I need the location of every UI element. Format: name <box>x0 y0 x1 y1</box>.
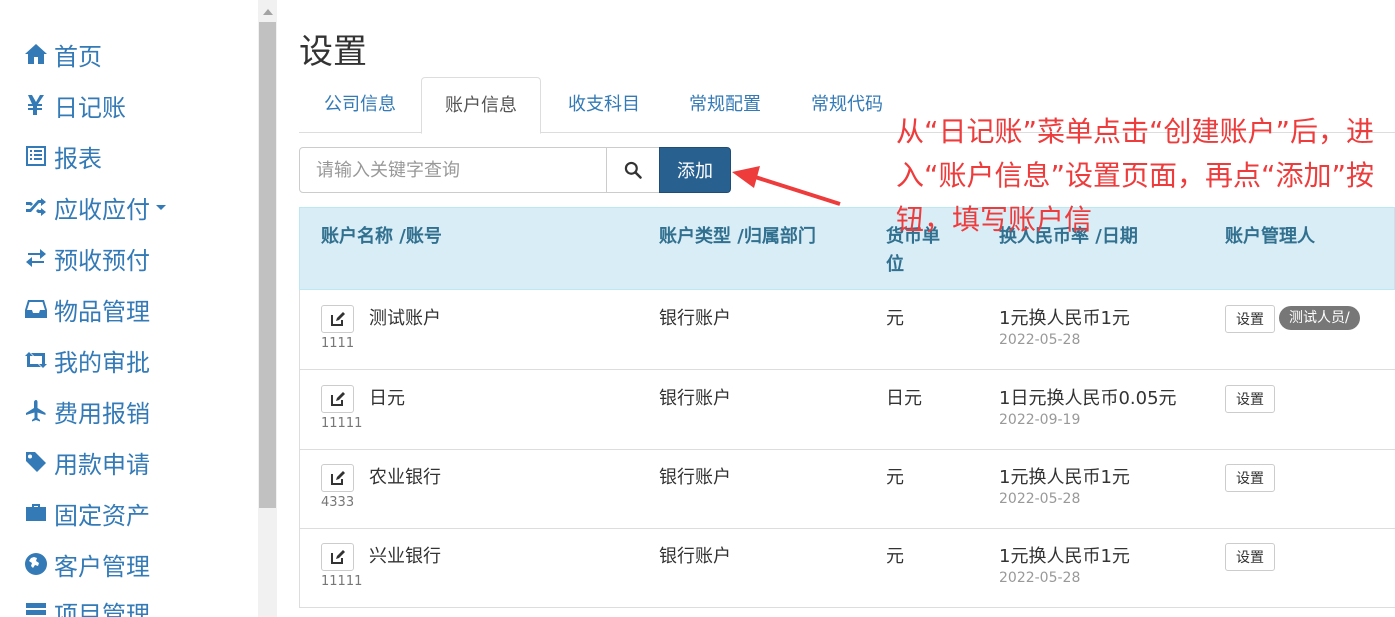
currency-unit: 元 <box>886 308 904 329</box>
sidebar: 首页 日记账 报表 应收应付 预收预付 物品管理 我的审批 费用报销 用款申请 … <box>0 0 258 617</box>
transfer-icon <box>22 244 50 272</box>
page-title: 设置 <box>299 32 367 72</box>
sidebar-item-label: 固定资产 <box>54 501 150 530</box>
edit-button[interactable] <box>321 543 354 571</box>
yen-icon <box>22 91 50 119</box>
account-type: 银行账户 <box>659 308 731 329</box>
shuffle-icon <box>22 193 50 221</box>
account-number: 1111 <box>321 336 355 351</box>
tab-general-config[interactable]: 常规配置 <box>665 77 785 133</box>
sidebar-item-payment-request[interactable]: 用款申请 <box>22 444 150 480</box>
sidebar-item-label: 项目管理 <box>54 600 150 617</box>
account-number: 11111 <box>321 574 363 589</box>
rate-date: 2022-09-19 <box>999 412 1081 428</box>
sidebar-item-projects[interactable]: 项目管理 <box>22 594 150 617</box>
table-row: 兴业银行 11111 银行账户 元 1元换人民币1元 2022-05-28 设置 <box>299 528 1395 608</box>
edit-icon <box>330 312 345 326</box>
sidebar-item-approvals[interactable]: 我的审批 <box>22 342 150 378</box>
manager-settings-button[interactable]: 设置 <box>1225 464 1275 492</box>
annotation-arrow-icon <box>732 166 841 206</box>
account-number: 4333 <box>321 495 355 510</box>
rate-date: 2022-05-28 <box>999 491 1081 507</box>
manager-settings-button[interactable]: 设置 <box>1225 305 1275 333</box>
retweet-icon <box>22 346 50 374</box>
exchange-rate: 1日元换人民币0.05元 <box>999 388 1177 409</box>
scroll-up-arrow-icon[interactable] <box>263 9 273 15</box>
edit-button[interactable] <box>321 305 354 333</box>
tab-company-info[interactable]: 公司信息 <box>299 77 421 133</box>
sidebar-item-customers[interactable]: 客户管理 <box>22 546 150 582</box>
manager-badge: 测试人员/ <box>1279 306 1360 330</box>
manager-settings-button[interactable]: 设置 <box>1225 385 1275 413</box>
rate-date: 2022-05-28 <box>999 570 1081 586</box>
sidebar-item-label: 客户管理 <box>54 552 150 581</box>
sidebar-item-goods[interactable]: 物品管理 <box>22 291 150 327</box>
manager-settings-button[interactable]: 设置 <box>1225 543 1275 571</box>
sidebar-item-label: 费用报销 <box>54 399 150 428</box>
sidebar-item-label: 应收应付 <box>54 195 150 224</box>
column-header-type: 账户类型 /归属部门 <box>659 226 816 247</box>
list-icon <box>22 142 50 170</box>
edit-button[interactable] <box>321 385 354 413</box>
chevron-down-icon <box>156 204 166 210</box>
scrollbar-thumb[interactable] <box>259 22 276 508</box>
tab-income-expense-subjects[interactable]: 收支科目 <box>543 77 665 133</box>
sidebar-item-label: 预收预付 <box>54 246 150 275</box>
plane-icon <box>22 397 50 425</box>
sidebar-item-receivables[interactable]: 应收应付 <box>22 189 166 225</box>
column-header-name: 账户名称 /账号 <box>321 226 442 247</box>
sidebar-item-prepayments[interactable]: 预收预付 <box>22 240 150 276</box>
account-number: 11111 <box>321 416 363 431</box>
rate-date: 2022-05-28 <box>999 332 1081 348</box>
sidebar-item-home[interactable]: 首页 <box>22 36 102 72</box>
account-name: 农业银行 <box>369 467 441 488</box>
table-row: 日元 11111 银行账户 日元 1日元换人民币0.05元 2022-09-19… <box>299 370 1395 450</box>
sidebar-item-label: 报表 <box>54 144 102 173</box>
exchange-rate: 1元换人民币1元 <box>999 546 1130 567</box>
sidebar-item-label: 物品管理 <box>54 297 150 326</box>
add-button[interactable]: 添加 <box>659 147 731 193</box>
sidebar-item-label: 首页 <box>54 42 102 71</box>
sidebar-item-expenses[interactable]: 费用报销 <box>22 393 150 429</box>
edit-button[interactable] <box>321 464 354 492</box>
tab-account-info[interactable]: 账户信息 <box>421 77 541 134</box>
edit-icon <box>330 471 345 485</box>
sidebar-item-label: 用款申请 <box>54 450 150 479</box>
account-name: 测试账户 <box>369 308 441 329</box>
sidebar-item-label: 日记账 <box>54 93 126 122</box>
table-row: 农业银行 4333 银行账户 元 1元换人民币1元 2022-05-28 设置 <box>299 449 1395 529</box>
sidebar-item-fixed-assets[interactable]: 固定资产 <box>22 495 150 531</box>
account-type: 银行账户 <box>659 388 731 409</box>
globe-icon <box>22 550 50 578</box>
currency-unit: 元 <box>886 467 904 488</box>
account-name: 日元 <box>369 388 405 409</box>
account-type: 银行账户 <box>659 546 731 567</box>
sidebar-item-journal[interactable]: 日记账 <box>22 87 126 123</box>
table-row: 测试账户 1111 银行账户 元 1元换人民币1元 2022-05-28 设置 … <box>299 290 1395 370</box>
annotation-text: 从“日记账”菜单点击“创建账户”后，进入“账户信息”设置页面，再点“添加”按钮，… <box>896 115 1375 236</box>
tasks-icon <box>22 598 50 617</box>
sidebar-item-reports[interactable]: 报表 <box>22 138 102 174</box>
exchange-rate: 1元换人民币1元 <box>999 467 1130 488</box>
search-button[interactable] <box>606 147 660 193</box>
exchange-rate: 1元换人民币1元 <box>999 308 1130 329</box>
tag-icon <box>22 448 50 476</box>
search-icon <box>624 161 642 179</box>
briefcase-icon <box>22 499 50 527</box>
currency-unit: 元 <box>886 546 904 567</box>
home-icon <box>22 40 50 68</box>
edit-icon <box>330 392 345 406</box>
account-name: 兴业银行 <box>369 546 441 567</box>
account-type: 银行账户 <box>659 467 731 488</box>
tab-general-codes[interactable]: 常规代码 <box>787 77 907 133</box>
currency-unit: 日元 <box>886 388 922 409</box>
search-input[interactable] <box>299 147 607 193</box>
sidebar-item-label: 我的审批 <box>54 348 150 377</box>
edit-icon <box>330 550 345 564</box>
inbox-icon <box>22 295 50 323</box>
